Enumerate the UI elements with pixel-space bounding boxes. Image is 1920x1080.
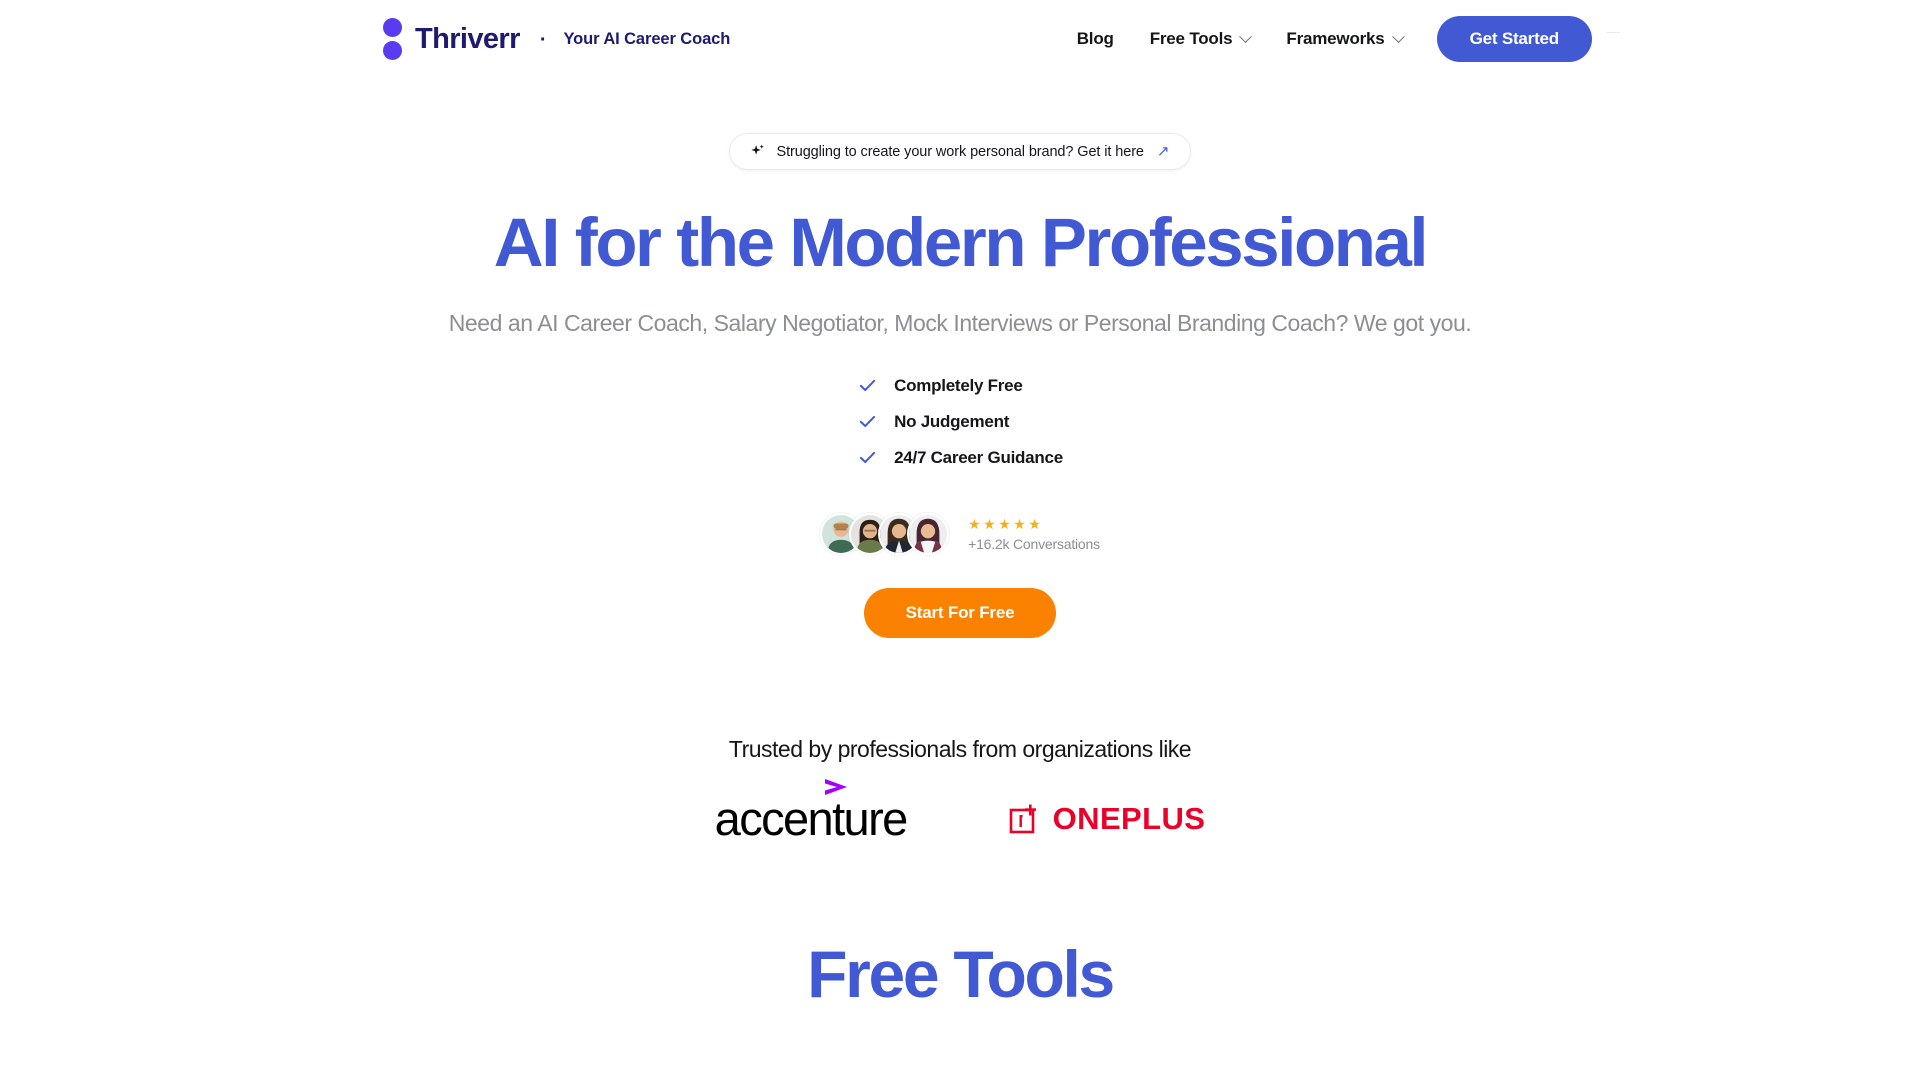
client-logo-row: accenture ONEPLUS: [0, 779, 1920, 846]
accenture-logo: accenture: [714, 779, 909, 846]
nav-item-free-tools-label: Free Tools: [1149, 29, 1233, 48]
main-navigation: Blog Free Tools Frameworks Get Started: [1059, 0, 1920, 78]
chevron-down-icon: [1391, 29, 1405, 43]
logo-dot-bottom: [382, 41, 402, 60]
accenture-wordmark: accenture: [714, 792, 909, 846]
brand-separator: ·: [539, 29, 547, 51]
hero-headline: AI for the Modern Professional: [493, 204, 1429, 281]
trusted-by-title: Trusted by professionals from organizati…: [728, 736, 1192, 763]
feature-item: No Judgement: [857, 411, 1063, 432]
avatar-group: [820, 513, 950, 556]
feature-item-label: No Judgement: [894, 411, 1010, 431]
rating-block: ★★★★★ +16.2k Conversations: [968, 515, 1100, 553]
free-tools-title: Free Tools: [807, 937, 1115, 1012]
nav-overflow-indicator: [1606, 32, 1620, 46]
check-icon: [857, 411, 878, 432]
feature-item: 24/7 Career Guidance: [857, 447, 1063, 468]
avatar: [907, 513, 950, 556]
accenture-greater-than-icon: [823, 777, 851, 797]
hero-subheadline: Need an AI Career Coach, Salary Negotiat…: [448, 310, 1472, 337]
brand-logo[interactable]: Thriverr · Your AI Career Coach: [382, 18, 730, 60]
chevron-down-icon: [1239, 29, 1253, 43]
star-rating: ★★★★★: [968, 515, 1044, 532]
start-for-free-button[interactable]: Start For Free: [863, 588, 1057, 639]
get-started-button[interactable]: Get Started: [1436, 16, 1592, 62]
conversations-count: +16.2k Conversations: [968, 536, 1100, 553]
arrow-up-right-icon: ↗: [1156, 143, 1170, 160]
free-tools-section: Free Tools: [0, 936, 1920, 1012]
oneplus-logo: ONEPLUS: [1009, 801, 1206, 837]
check-icon: [857, 375, 878, 396]
feature-list: Completely Free No Judgement 24/7 Career…: [857, 375, 1063, 468]
trusted-by-section: Trusted by professionals from organizati…: [0, 736, 1920, 846]
nav-item-blog-label: Blog: [1076, 29, 1114, 48]
nav-item-free-tools[interactable]: Free Tools: [1132, 21, 1269, 57]
nav-item-frameworks[interactable]: Frameworks: [1268, 21, 1420, 57]
logo-dot-top: [382, 18, 402, 37]
sparkle-icon: [749, 143, 766, 160]
thriverr-logo-icon: [382, 18, 402, 60]
promo-banner-text: Struggling to create your work personal …: [776, 143, 1144, 160]
site-header: Thriverr · Your AI Career Coach Blog Fre…: [0, 0, 1920, 78]
brand-name: Thriverr: [415, 22, 520, 55]
feature-item-label: 24/7 Career Guidance: [894, 447, 1063, 467]
hero-section: Struggling to create your work personal …: [0, 78, 1920, 639]
oneplus-mark-icon: [1009, 802, 1043, 836]
feature-item-label: Completely Free: [894, 375, 1023, 395]
brand-tagline: Your AI Career Coach: [563, 29, 731, 48]
feature-item: Completely Free: [857, 375, 1063, 396]
social-proof: ★★★★★ +16.2k Conversations: [0, 513, 1920, 556]
nav-item-blog[interactable]: Blog: [1059, 21, 1132, 57]
check-icon: [857, 447, 878, 468]
promo-banner[interactable]: Struggling to create your work personal …: [728, 133, 1192, 170]
oneplus-wordmark: ONEPLUS: [1052, 800, 1206, 836]
nav-item-frameworks-label: Frameworks: [1286, 29, 1385, 48]
